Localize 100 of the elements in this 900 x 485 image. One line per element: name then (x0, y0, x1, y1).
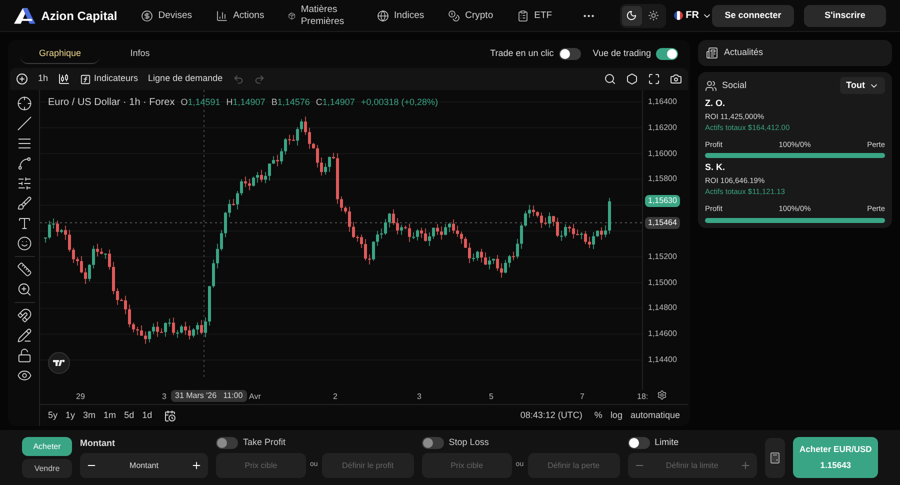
range-button[interactable]: 5y (48, 408, 58, 422)
newspaper-icon (706, 47, 718, 59)
toggle-label: Take Profit (243, 436, 286, 450)
undo-icon[interactable] (232, 74, 244, 84)
users-icon (705, 80, 717, 92)
search-icon[interactable] (604, 73, 616, 85)
toggle-switch[interactable] (558, 48, 581, 60)
trader-name[interactable]: S. K. (705, 161, 885, 175)
sliders-icon[interactable] (17, 176, 32, 191)
pattern-icon[interactable] (17, 156, 32, 171)
toggle-switch[interactable] (656, 48, 678, 60)
toggle-label: Trade en un clic (490, 47, 554, 60)
time-tick: 2 (333, 391, 338, 403)
clipboard-icon (517, 10, 530, 22)
time-tick: 5 (489, 391, 494, 403)
price-tick: 1,15800 (648, 173, 677, 186)
nav-link[interactable]: Devises (141, 10, 192, 22)
ruler-icon[interactable] (17, 262, 32, 277)
price-tick: 1,14800 (648, 302, 677, 314)
price-tick: 1,15200 (648, 250, 677, 263)
price-change: +0,00318 (+0,28%) (360, 96, 438, 109)
trader-name[interactable]: Z. O. (705, 97, 885, 110)
line-icon[interactable] (17, 116, 32, 131)
coins-icon (448, 10, 460, 22)
news-card[interactable]: Actualités (698, 40, 892, 66)
redo-icon[interactable] (254, 74, 265, 84)
chart-title: Euro / US Dollar · 1h · Forex (48, 96, 175, 110)
range-button[interactable]: 1m (104, 408, 116, 422)
limit-stepper[interactable]: Définir la limite (628, 453, 757, 478)
social-label: Social (722, 78, 747, 92)
package-icon (288, 10, 296, 22)
limit-input[interactable]: Définir la limite (644, 460, 740, 472)
brush-icon[interactable] (17, 196, 32, 211)
eye-icon[interactable] (17, 368, 32, 383)
demand-line-button[interactable]: Ligne de demande (148, 72, 223, 86)
function-icon (80, 74, 92, 84)
magnet-icon[interactable] (17, 308, 32, 323)
toggle-label: Limite (654, 436, 679, 450)
range-button[interactable]: 3m (83, 408, 96, 422)
calendar-icon[interactable] (164, 410, 176, 422)
range-button[interactable]: 5d (124, 408, 134, 422)
amount-stepper[interactable]: Montant (80, 453, 208, 478)
add-icon[interactable] (16, 73, 28, 85)
amount-label: Montant (80, 437, 116, 449)
nav-link[interactable]: Crypto (448, 10, 494, 22)
smile-icon[interactable] (17, 236, 32, 251)
auth-button[interactable]: Se connecter (712, 4, 794, 26)
crosshair-time-tag: 31 Mars '26 11:00 (171, 390, 247, 402)
amount-input[interactable]: Montant (97, 460, 191, 472)
time-tick: 3 (417, 391, 422, 403)
camera-icon[interactable] (670, 73, 682, 85)
globe-icon (377, 10, 390, 22)
time-tick: 3 (162, 391, 166, 403)
flag-icon (674, 11, 683, 20)
language-selector[interactable]: FR (674, 8, 712, 23)
nav-link[interactable]: Indices (377, 10, 424, 22)
fullscreen-icon[interactable] (648, 73, 660, 85)
side-tab[interactable]: Vendre (22, 459, 72, 478)
text-icon[interactable] (17, 216, 32, 231)
ohlc-value: B1,14576 (271, 96, 310, 109)
dollar-icon (141, 10, 154, 22)
sun-icon (648, 10, 660, 21)
plus-icon[interactable] (191, 460, 202, 471)
range-button[interactable]: 1d (142, 408, 152, 422)
hexagon-icon[interactable] (626, 73, 638, 85)
price-tick: 1,16400 (648, 96, 677, 108)
panel-tab[interactable]: Graphique (20, 44, 100, 64)
panel-tab[interactable]: Infos (100, 44, 180, 64)
zoom-in-icon[interactable] (17, 282, 32, 297)
brand-name[interactable]: Azion Capital (41, 6, 118, 24)
theme-toggle[interactable] (622, 6, 642, 26)
pencil-icon[interactable] (17, 328, 32, 343)
lock-icon[interactable] (17, 348, 32, 363)
nav-link[interactable]: Matières Premières (288, 4, 354, 28)
settings-icon[interactable] (657, 390, 667, 400)
interval-button[interactable]: 1h (38, 72, 48, 86)
candles-icon[interactable] (58, 73, 70, 85)
nav-link[interactable]: Actions (216, 10, 264, 22)
bar-chart-icon (216, 10, 228, 22)
calculator-icon (768, 452, 781, 464)
nav-link[interactable]: ETF (517, 10, 552, 22)
logo-icon[interactable] (48, 352, 70, 374)
price-tick: 1,16200 (648, 122, 677, 134)
scale-option[interactable]: % (594, 408, 602, 422)
price-tick: 1,14400 (648, 354, 677, 366)
indicators-button[interactable]: Indicateurs (80, 72, 138, 86)
calculator-button[interactable] (764, 438, 786, 478)
price-tick: 1,14600 (648, 328, 677, 340)
time-tick: Avr (249, 391, 261, 403)
crosshair-icon[interactable] (17, 96, 32, 111)
range-button[interactable]: 1y (66, 408, 76, 422)
lines-icon[interactable] (17, 136, 32, 151)
scale-option[interactable]: automatique (630, 408, 680, 422)
filter-dropdown[interactable]: Tout (840, 77, 885, 94)
scale-option[interactable]: log (610, 408, 622, 422)
toggle-switch[interactable] (628, 437, 650, 449)
auth-button[interactable]: S'inscrire (804, 4, 886, 26)
crosshair-price-tag: 1,15464 (645, 216, 680, 229)
ohlc-value: H1,14907 (226, 96, 266, 109)
moon-icon (626, 10, 638, 21)
